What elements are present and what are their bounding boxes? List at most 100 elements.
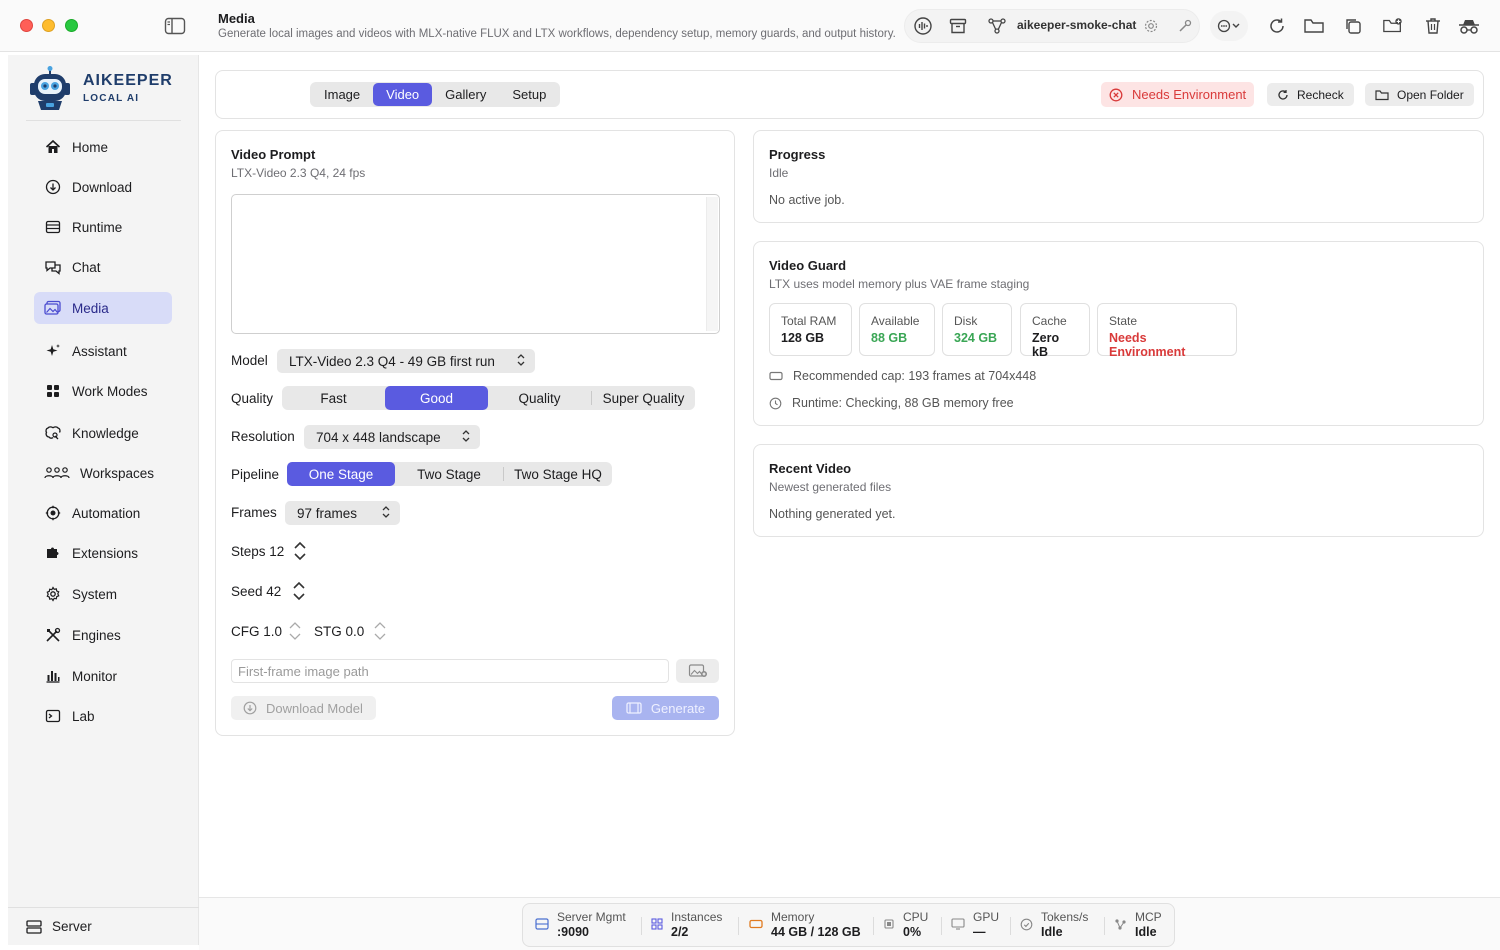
pipeline-segmented-control: One Stage Two Stage Two Stage HQ — [287, 462, 612, 486]
status-memory[interactable]: Memory 44 GB / 128 GB — [749, 910, 861, 940]
wrench-icon[interactable] — [1174, 15, 1196, 37]
stat-value: 128 GB — [781, 331, 825, 345]
quality-option-super-quality[interactable]: Super Quality — [592, 386, 695, 410]
archive-icon[interactable] — [947, 15, 969, 37]
recheck-button[interactable]: Recheck — [1267, 83, 1354, 106]
status-instances[interactable]: Instances 2/2 — [651, 910, 722, 940]
quality-option-good[interactable]: Good — [385, 386, 488, 410]
status-mcp[interactable]: MCP Idle — [1114, 910, 1162, 940]
video-guard-title: Video Guard — [769, 258, 847, 273]
status-server-mgmt[interactable]: Server Mgmt:9090 — [535, 910, 626, 940]
frames-select[interactable]: 97 frames — [285, 501, 400, 525]
sidebar-item-label: Lab — [72, 708, 95, 724]
sidebar-item-runtime[interactable]: Runtime — [34, 211, 172, 243]
resolution-select-value: 704 x 448 landscape — [316, 429, 441, 445]
sidebar-item-work-modes[interactable]: Work Modes — [34, 375, 172, 407]
stat-value: Zero kB — [1032, 331, 1060, 359]
first-frame-image-path-input[interactable]: First-frame image path — [231, 659, 669, 683]
sidebar-item-assistant[interactable]: Assistant — [34, 335, 172, 367]
sidebar-server-button[interactable]: Server — [8, 907, 199, 945]
tab-gallery[interactable]: Gallery — [432, 83, 499, 106]
trash-icon[interactable] — [1422, 15, 1444, 37]
sidebar-item-chat[interactable]: Chat — [34, 251, 172, 283]
sidebar-item-label: Monitor — [72, 668, 118, 684]
choose-image-button[interactable] — [676, 659, 719, 683]
incognito-icon[interactable] — [1456, 15, 1482, 37]
brand-name: AIKEEPER — [83, 72, 173, 89]
status-tokens[interactable]: Tokens/s Idle — [1020, 910, 1088, 940]
recent-video-subtitle: Newest generated files — [769, 480, 892, 494]
tab-image[interactable]: Image — [311, 83, 373, 106]
runtime-icon — [44, 218, 62, 236]
server-icon — [535, 918, 549, 930]
cfg-value: CFG 1.0 — [231, 624, 283, 639]
pipeline-option-one-stage[interactable]: One Stage — [287, 462, 395, 486]
sidebar-item-extensions[interactable]: Extensions — [34, 537, 172, 569]
copy-icon[interactable] — [1342, 15, 1364, 37]
sidebar-item-monitor[interactable]: Monitor — [34, 660, 172, 692]
video-prompt-card: Video Prompt LTX-Video 2.3 Q4, 24 fps Mo… — [215, 130, 735, 736]
media-icon — [44, 299, 62, 317]
sidebar-item-automation[interactable]: Automation — [34, 497, 172, 529]
sidebar-toggle-icon[interactable] — [164, 16, 186, 36]
video-prompt-textarea[interactable] — [231, 194, 720, 334]
stg-stepper[interactable] — [371, 619, 389, 643]
steps-stepper[interactable] — [291, 539, 309, 563]
status-label: Instances — [671, 910, 723, 924]
download-icon — [243, 701, 257, 715]
chart-icon — [44, 667, 62, 685]
folder-icon[interactable] — [1303, 15, 1325, 37]
more-menu-button[interactable] — [1210, 11, 1248, 41]
quality-option-fast[interactable]: Fast — [282, 386, 385, 410]
seed-stepper[interactable] — [290, 579, 308, 603]
sidebar-item-media[interactable]: Media — [34, 292, 172, 324]
network-icon[interactable] — [986, 15, 1008, 37]
download-model-button[interactable]: Download Model — [231, 696, 376, 720]
chat-session-name[interactable]: aikeeper-smoke-chat — [1017, 18, 1136, 32]
waveform-icon[interactable] — [912, 15, 934, 37]
sidebar-item-engines[interactable]: Engines — [34, 619, 172, 651]
progress-title: Progress — [769, 147, 826, 162]
sidebar-item-download[interactable]: Download — [34, 171, 172, 203]
quality-option-quality[interactable]: Quality — [488, 386, 591, 410]
open-folder-button[interactable]: Open Folder — [1365, 83, 1474, 106]
updown-chevron-icon — [516, 353, 526, 370]
pipeline-option-two-stage[interactable]: Two Stage — [395, 462, 503, 486]
close-window-button[interactable] — [20, 19, 33, 32]
environment-status-badge[interactable]: Needs Environment — [1101, 82, 1255, 107]
sidebar-item-knowledge[interactable]: Knowledge — [34, 417, 172, 449]
frames-select-value: 97 frames — [297, 505, 358, 521]
status-separator — [1010, 917, 1011, 935]
generate-button[interactable]: Generate — [612, 696, 719, 720]
tab-video[interactable]: Video — [373, 83, 433, 106]
sidebar-item-system[interactable]: System — [34, 578, 172, 610]
minimize-window-button[interactable] — [42, 19, 55, 32]
download-model-label: Download Model — [266, 700, 363, 716]
prompt-scrollbar[interactable] — [706, 197, 718, 331]
memory-chip-icon — [769, 370, 783, 382]
cfg-stepper[interactable] — [286, 619, 304, 643]
status-gpu[interactable]: GPU — — [951, 910, 999, 940]
film-icon — [626, 701, 642, 715]
settings-gear-icon[interactable] — [1140, 15, 1162, 37]
pipeline-option-two-stage-hq[interactable]: Two Stage HQ — [504, 462, 612, 486]
sidebar-item-label: Runtime — [72, 219, 123, 235]
status-cpu[interactable]: CPU 0% — [883, 910, 928, 940]
sidebar-item-lab[interactable]: Lab — [34, 700, 172, 732]
status-value: Idle — [1135, 925, 1157, 939]
new-folder-icon[interactable] — [1382, 15, 1404, 37]
resolution-select[interactable]: 704 x 448 landscape — [304, 425, 480, 449]
stat-label: Available — [871, 314, 920, 328]
refresh-icon[interactable] — [1266, 15, 1288, 37]
folder-icon — [1375, 89, 1389, 101]
server-label: Server — [52, 919, 92, 934]
sidebar-item-label: Assistant — [72, 343, 127, 359]
zoom-window-button[interactable] — [65, 19, 78, 32]
tab-setup[interactable]: Setup — [499, 83, 559, 106]
instances-grid-icon — [651, 918, 663, 930]
sidebar-item-home[interactable]: Home — [34, 131, 172, 163]
status-label: Server Mgmt — [557, 910, 626, 924]
stat-available: Available 88 GB — [859, 303, 935, 356]
sidebar-item-workspaces[interactable]: Workspaces — [34, 457, 172, 489]
model-select[interactable]: LTX-Video 2.3 Q4 - 49 GB first run — [277, 349, 535, 373]
